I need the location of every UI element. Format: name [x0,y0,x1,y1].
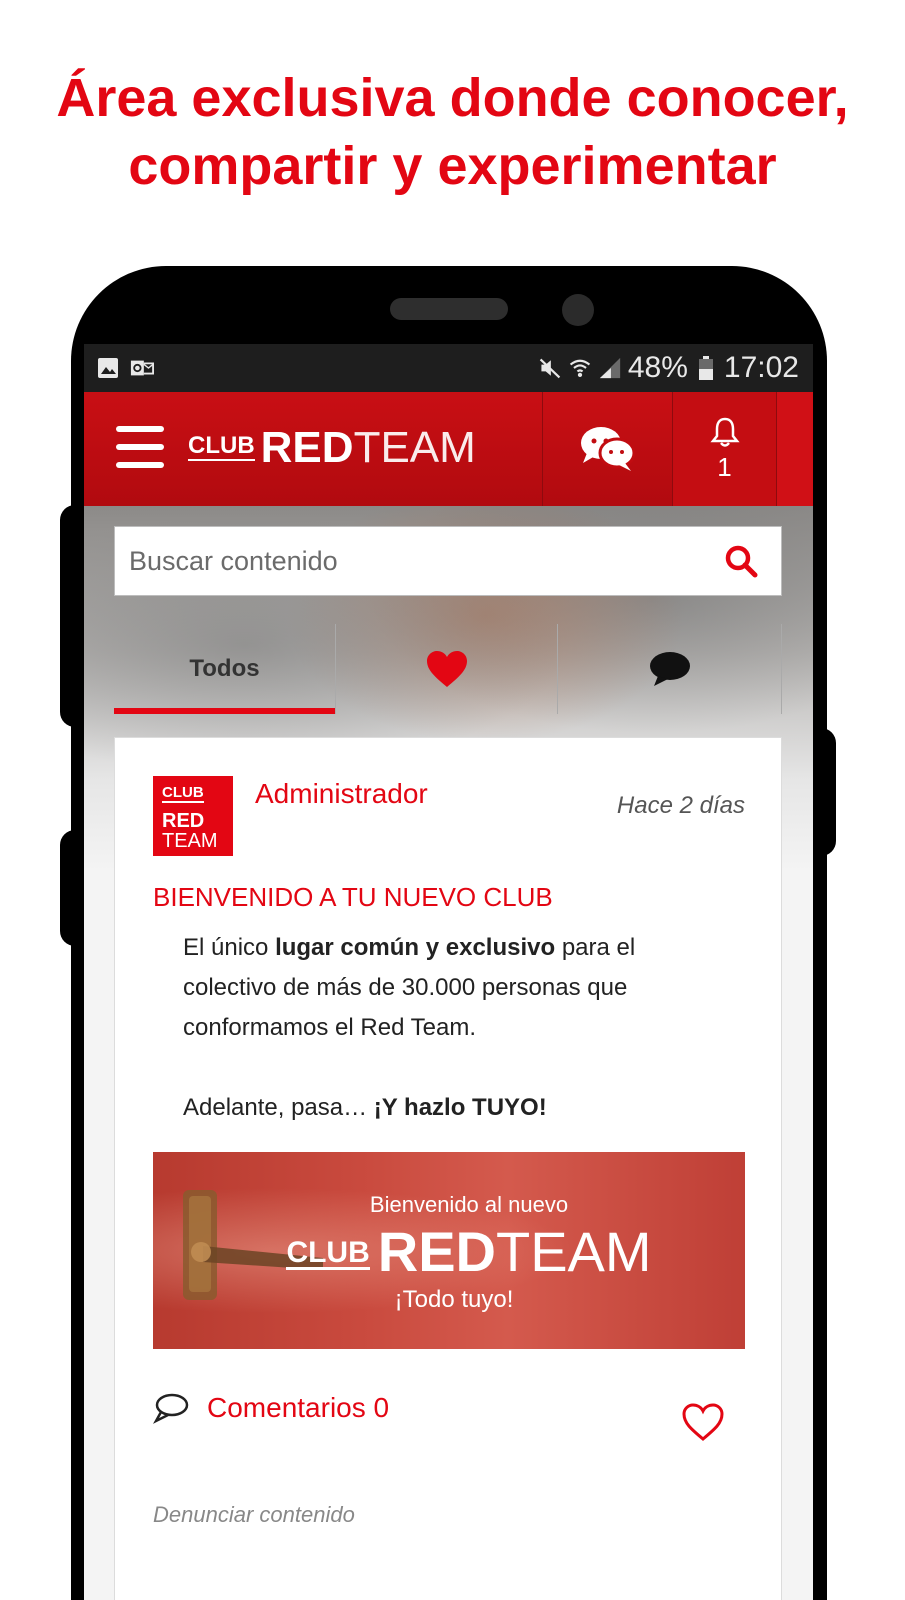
notification-count: 1 [717,451,732,482]
outlook-icon [130,356,154,380]
post-timestamp: Hace 2 días [616,792,745,819]
phone-screen: 48% 17:02 CLUB REDTEAM 1 Buscar contenid… [84,344,813,1600]
header-overflow-cell[interactable] [776,392,813,506]
post-body: El único lugar común y exclusivo para el… [183,928,723,1128]
menu-bar-icon [116,462,164,468]
search-input[interactable] [129,527,709,595]
post-card: CLUB RED TEAM Administrador Hace 2 días … [114,737,782,1600]
mute-icon [538,356,562,380]
app-header: CLUB REDTEAM 1 [84,392,813,506]
phone-speaker [390,298,508,320]
hamburger-menu-button[interactable] [116,426,164,468]
chat-bubbles-icon [580,427,635,471]
logo-red-text: RED [260,423,354,472]
bell-icon [709,417,740,447]
post-text: El único [183,934,276,961]
content-filter-tabs: Todos [114,624,782,714]
post-title[interactable]: BIENVENIDO A TU NUEVO CLUB [153,882,553,913]
comments-button[interactable]: Comentarios 0 [153,1392,389,1424]
banner-logo: CLUB REDTEAM [153,1224,745,1280]
tab-todos[interactable]: Todos [114,624,336,714]
banner-team-text: TEAM [496,1220,652,1283]
phone-camera [562,294,594,326]
tab-favorites[interactable] [336,624,558,714]
promo-heading: Área exclusiva donde conocer, compartir … [0,64,905,200]
comments-count-label: Comentarios 0 [207,1392,390,1423]
logo-club-text: CLUB [188,432,255,461]
post-text-bold: ¡Y hazlo TUYO! [373,1094,547,1121]
notifications-button[interactable]: 1 [672,392,776,506]
welcome-banner-image[interactable]: Bienvenido al nuevo CLUB REDTEAM ¡Todo t… [153,1152,745,1349]
avatar-team-text: TEAM [162,830,218,852]
club-redteam-logo: CLUB REDTEAM [188,426,476,470]
wifi-icon [568,356,592,380]
avatar-red-text: RED [162,810,205,832]
signal-icon [598,356,622,380]
avatar-club-text: CLUB [162,784,204,803]
status-time: 17:02 [723,351,799,384]
report-content-link[interactable]: Denunciar contenido [153,1502,355,1528]
speech-bubble-icon [649,652,690,686]
logo-team-text: TEAM [353,423,476,472]
battery-icon [694,356,718,380]
image-icon [96,356,120,380]
status-bar: 48% 17:02 [84,344,813,392]
search-icon[interactable] [723,543,759,579]
post-author[interactable]: Administrador [255,778,428,810]
menu-bar-icon [116,426,164,432]
heart-icon [426,651,467,687]
banner-line-1: Bienvenido al nuevo [369,1192,569,1217]
post-text-bold: lugar común y exclusivo [275,934,556,961]
post-paragraph-1: El único lugar común y exclusivo para el… [183,928,723,1048]
avatar: CLUB RED TEAM [153,776,233,856]
banner-line-3: ¡Todo tuyo! [394,1286,514,1313]
comment-outline-icon [153,1393,189,1424]
post-paragraph-2: Adelante, pasa… ¡Y hazlo TUYO! [183,1088,723,1128]
like-heart-outline-icon[interactable] [681,1402,725,1442]
banner-club-text: CLUB [286,1236,370,1270]
chat-button[interactable] [542,392,672,506]
battery-percent: 48% [627,351,688,384]
search-bar [114,526,782,596]
banner-red-text: RED [377,1220,496,1283]
promo-line-2: compartir y experimentar [128,136,777,196]
menu-bar-icon [116,444,164,450]
tab-todos-label: Todos [189,655,260,682]
promo-line-1: Área exclusiva donde conocer, [56,68,849,128]
tab-comments[interactable] [558,624,782,714]
active-tab-indicator [114,708,335,714]
post-text: Adelante, pasa… [183,1094,374,1121]
